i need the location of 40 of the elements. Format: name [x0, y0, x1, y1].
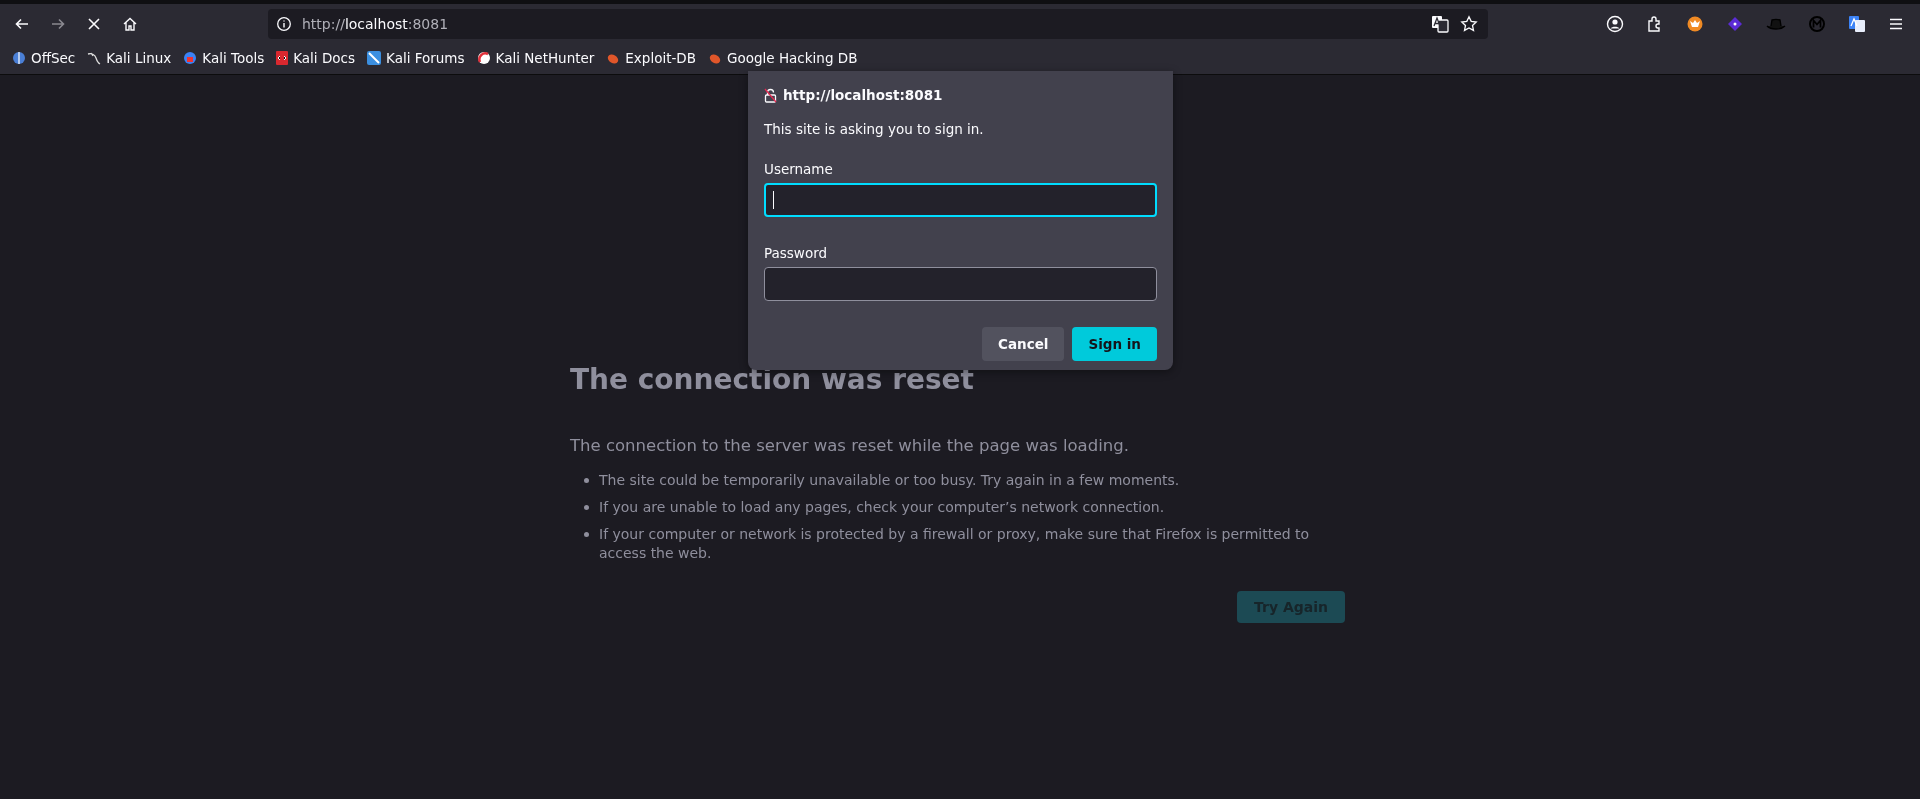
- sign-in-button[interactable]: Sign in: [1072, 327, 1157, 361]
- globe-icon: [12, 51, 26, 65]
- stop-icon: [86, 16, 102, 32]
- forward-arrow-icon: [50, 16, 66, 32]
- site-origin: http://localhost:8081: [783, 87, 943, 103]
- error-description: The connection to the server was reset while the page was loading.: [570, 436, 1130, 455]
- bookmark-link[interactable]: Kali Docs: [276, 50, 356, 66]
- input-field[interactable]: [764, 267, 1157, 301]
- bookmark-link[interactable]: Exploit-DB: [606, 50, 696, 66]
- diamond-icon[interactable]: [1726, 15, 1744, 33]
- url-text: http://localhost:8081: [302, 16, 449, 32]
- dialog-message: This site is asking you to sign in.: [764, 121, 985, 137]
- crossed-lock-icon: [764, 87, 777, 103]
- bookmark-link[interactable]: Kali NetHunter: [476, 50, 595, 66]
- suggestion-item: If your computer or network is protected by a firewall or proxy, make sure that Firefox is permitted to access the web.: [599, 525, 1311, 563]
- field-label: Username: [764, 161, 834, 177]
- bookmark-link[interactable]: Kali Forums: [367, 50, 465, 66]
- menu-icon[interactable]: [1888, 16, 1904, 32]
- home-icon: [122, 16, 138, 32]
- translate-icon[interactable]: [1848, 15, 1866, 33]
- star-icon[interactable]: [1460, 15, 1478, 33]
- text-cursor: [773, 191, 774, 209]
- input-field[interactable]: [764, 183, 1157, 217]
- bullet-dot: [584, 478, 589, 483]
- bullet-dot: [584, 532, 589, 537]
- suggestion-item: The site could be temporarily unavailable or too busy. Try again in a few moments.: [599, 471, 1180, 490]
- translate-icon[interactable]: [1430, 14, 1450, 34]
- bookmark-link[interactable]: Google Hacking DB: [708, 50, 858, 66]
- back-arrow-icon: [14, 16, 30, 32]
- account-icon[interactable]: [1606, 15, 1624, 33]
- bookmark-link[interactable]: Kali Tools: [183, 50, 265, 66]
- field-label: Password: [764, 245, 829, 261]
- bullet-dot: [584, 505, 589, 510]
- address-bar[interactable]: http://localhost:8081: [268, 9, 1488, 39]
- cancel-button[interactable]: Cancel: [982, 327, 1065, 361]
- info-icon[interactable]: [276, 16, 292, 32]
- bookmark-link[interactable]: Kali Linux: [87, 50, 172, 66]
- suggestion-item: If you are unable to load any pages, check your computer’s network connection.: [599, 498, 1165, 517]
- bookmark-link[interactable]: OffSec: [12, 50, 76, 66]
- error-title: The connection was reset: [570, 363, 975, 396]
